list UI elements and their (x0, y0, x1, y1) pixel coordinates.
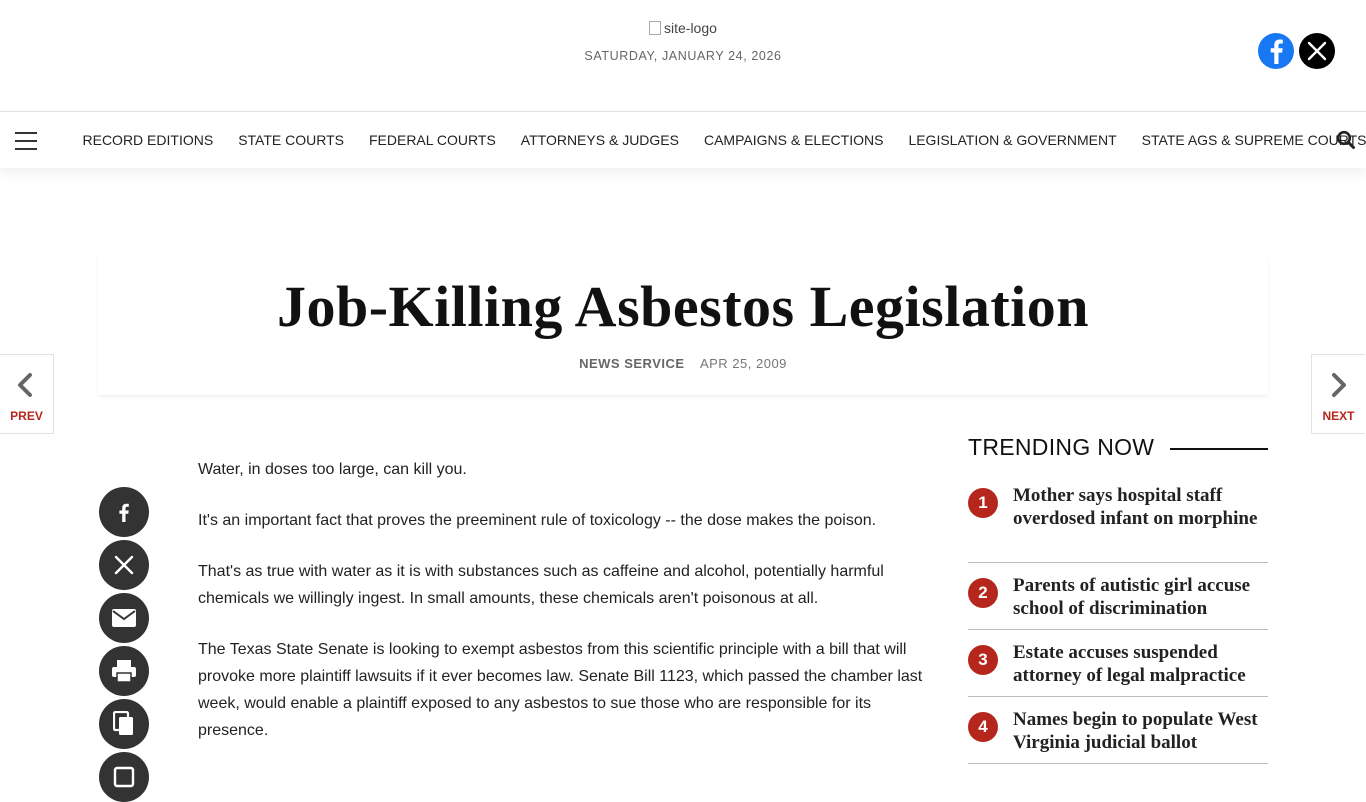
article-header: Job-Killing Asbestos Legislation NEWS SE… (98, 255, 1268, 395)
article-paragraph: It's an important fact that proves the p… (198, 512, 877, 529)
facebook-icon (119, 503, 129, 522)
nav-item-state-ags-supreme-courts[interactable]: STATE AGS & SUPREME COURTS (1129, 132, 1366, 148)
share-more-button[interactable] (99, 752, 149, 802)
share-email-button[interactable] (99, 593, 149, 643)
x-link[interactable] (1299, 33, 1335, 69)
article-title: Job-Killing Asbestos Legislation (276, 274, 1090, 339)
x-icon (114, 555, 134, 575)
envelope-icon (112, 609, 136, 627)
share-copy-button[interactable] (99, 699, 149, 749)
x-icon (1307, 41, 1327, 61)
article-byline: NEWS SERVICE APR 25, 2009 (98, 356, 1268, 371)
trending-headline[interactable]: Estate accuses suspended attorney of leg… (1013, 641, 1268, 687)
prev-label: PREV (10, 409, 43, 423)
nav-item-campaigns-elections[interactable]: CAMPAIGNS & ELECTIONS (691, 132, 895, 148)
trending-rank: 4 (968, 712, 998, 742)
facebook-link[interactable] (1258, 33, 1294, 69)
chevron-left-icon (18, 373, 32, 397)
share-facebook-button[interactable] (99, 487, 149, 537)
article-date: APR 25, 2009 (699, 356, 787, 371)
printer-icon (112, 660, 136, 683)
trending-rank: 2 (968, 578, 998, 608)
broken-image-icon (649, 21, 661, 35)
nav-item-state-courts[interactable]: STATE COURTS (226, 132, 357, 148)
nav-items: RECORD EDITIONS STATE COURTS FEDERAL COU… (70, 112, 1366, 168)
trending-headline[interactable]: Names begin to populate West Virginia ju… (1013, 708, 1268, 754)
share-print-button[interactable] (99, 646, 149, 696)
prev-article-button[interactable]: PREV (0, 354, 54, 434)
article-paragraph: Water, in doses too large, can kill you. (198, 461, 467, 478)
site-header: site-logo SATURDAY, JANUARY 24, 2026 (0, 0, 1366, 111)
current-date: SATURDAY, JANUARY 24, 2026 (584, 49, 782, 63)
nav-item-federal-courts[interactable]: FEDERAL COURTS (356, 132, 508, 148)
share-x-button[interactable] (99, 540, 149, 590)
nav-item-attorneys-judges[interactable]: ATTORNEYS & JUDGES (508, 132, 691, 148)
trending-title: TRENDING NOW (968, 434, 1165, 460)
trending-item[interactable]: 4 Names begin to populate West Virginia … (968, 708, 1268, 764)
next-article-button[interactable]: NEXT (1311, 354, 1365, 434)
nav-item-legislation-government[interactable]: LEGISLATION & GOVERNMENT (896, 132, 1129, 148)
article-body: Water, in doses too large, can kill you.… (198, 456, 928, 768)
main-nav: RECORD EDITIONS STATE COURTS FEDERAL COU… (0, 111, 1366, 168)
trending-item[interactable]: 3 Estate accuses suspended attorney of l… (968, 641, 1268, 697)
site-logo[interactable]: site-logo (649, 20, 717, 36)
site-logo-alt-text: site-logo (664, 20, 717, 36)
trending-item[interactable]: 2 Parents of autistic girl accuse school… (968, 574, 1268, 630)
search-icon[interactable] (1336, 130, 1356, 150)
copy-icon (113, 711, 133, 735)
trending-rank: 1 (968, 488, 998, 518)
trending-heading: TRENDING NOW (968, 434, 1268, 464)
article-paragraph: That's as true with water as it is with … (198, 563, 884, 607)
next-label: NEXT (1322, 409, 1355, 423)
menu-icon[interactable] (15, 132, 37, 150)
trending-rule (1170, 448, 1268, 450)
nav-item-record-editions[interactable]: RECORD EDITIONS (70, 132, 226, 148)
article-source[interactable]: NEWS SERVICE (579, 356, 684, 371)
trending-item[interactable]: 1 Mother says hospital staff overdosed i… (968, 484, 1268, 563)
trending-headline[interactable]: Parents of autistic girl accuse school o… (1013, 574, 1268, 620)
facebook-icon (1270, 39, 1283, 64)
article-paragraph: The Texas State Senate is looking to exe… (198, 641, 923, 739)
more-icon (113, 766, 135, 788)
chevron-right-icon (1332, 373, 1346, 397)
trending-headline[interactable]: Mother says hospital staff overdosed inf… (1013, 484, 1268, 530)
trending-rank: 3 (968, 645, 998, 675)
